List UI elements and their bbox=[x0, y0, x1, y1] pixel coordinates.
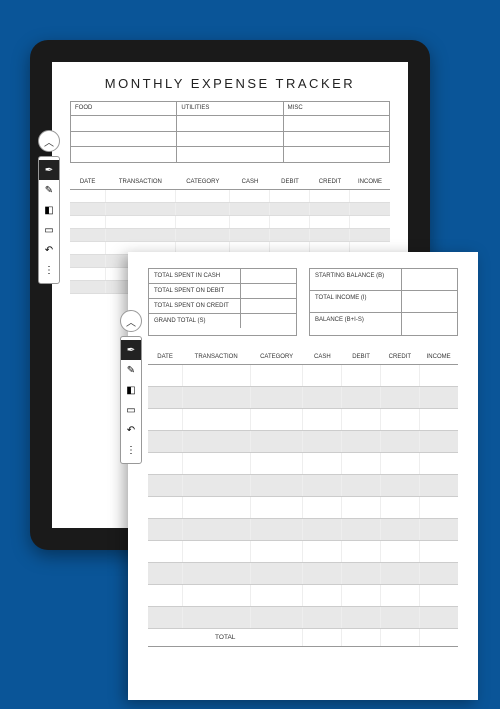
collapse-button[interactable]: ︿ bbox=[120, 310, 142, 332]
select-tool[interactable]: ▭ bbox=[121, 400, 141, 420]
col-income: INCOME bbox=[419, 350, 458, 365]
table-row bbox=[148, 563, 458, 585]
table-row bbox=[70, 216, 390, 229]
table-row bbox=[148, 431, 458, 453]
eraser-icon: ◧ bbox=[44, 205, 53, 216]
summary-label: GRAND TOTAL (S) bbox=[149, 314, 241, 328]
chevron-up-icon: ︿ bbox=[44, 134, 54, 149]
balance-box: STARTING BALANCE (B) TOTAL INCOME (I) BA… bbox=[309, 268, 458, 336]
toolbar-overlay: ︿ ✒ ✎ ◧ ▭ ↶ ⋮ bbox=[120, 310, 142, 464]
col-credit: CREDIT bbox=[310, 175, 350, 190]
total-row: TOTAL bbox=[148, 629, 458, 647]
table-row bbox=[148, 409, 458, 431]
select-tool[interactable]: ▭ bbox=[39, 220, 59, 240]
table-row bbox=[148, 585, 458, 607]
more-tool[interactable]: ⋮ bbox=[39, 260, 59, 280]
chevron-up-icon: ︿ bbox=[126, 314, 136, 329]
summary-label: TOTAL SPENT ON CREDIT bbox=[149, 299, 241, 313]
undo-tool[interactable]: ↶ bbox=[121, 420, 141, 440]
col-date: DATE bbox=[70, 175, 105, 190]
eraser-tool[interactable]: ◧ bbox=[39, 200, 59, 220]
transaction-table: DATE TRANSACTION CATEGORY CASH DEBIT CRE… bbox=[148, 350, 458, 647]
category-summary-box: FOOD UTILITIES MISC bbox=[70, 101, 390, 163]
collapse-button[interactable]: ︿ bbox=[38, 130, 60, 152]
eraser-tool[interactable]: ◧ bbox=[121, 380, 141, 400]
col-income: INCOME bbox=[350, 175, 390, 190]
more-tool[interactable]: ⋮ bbox=[121, 440, 141, 460]
table-row bbox=[148, 475, 458, 497]
page-title: MONTHLY EXPENSE TRACKER bbox=[70, 76, 390, 91]
eraser-icon: ◧ bbox=[126, 385, 135, 396]
col-date: DATE bbox=[148, 350, 182, 365]
undo-icon: ↶ bbox=[45, 245, 53, 256]
table-row bbox=[148, 365, 458, 387]
more-icon: ⋮ bbox=[126, 445, 136, 456]
brush-icon: ✎ bbox=[127, 365, 135, 376]
tool-strip: ✒ ✎ ◧ ▭ ↶ ⋮ bbox=[38, 156, 60, 284]
col-debit: DEBIT bbox=[342, 350, 381, 365]
pen-tool[interactable]: ✒ bbox=[39, 160, 59, 180]
select-icon: ▭ bbox=[44, 225, 53, 236]
brush-icon: ✎ bbox=[45, 185, 53, 196]
brush-tool[interactable]: ✎ bbox=[39, 180, 59, 200]
summary-label: STARTING BALANCE (B) bbox=[310, 269, 402, 290]
tool-strip: ✒ ✎ ◧ ▭ ↶ ⋮ bbox=[120, 336, 142, 464]
table-row bbox=[70, 229, 390, 242]
table-row bbox=[70, 190, 390, 203]
summary-label: BALANCE (B+I-S) bbox=[310, 313, 402, 335]
expense-tracker-page-2: TOTAL SPENT IN CASH TOTAL SPENT ON DEBIT… bbox=[128, 252, 478, 700]
table-row bbox=[148, 519, 458, 541]
category-header: MISC bbox=[284, 102, 389, 116]
category-column: UTILITIES bbox=[177, 102, 283, 163]
summary-label: TOTAL SPENT IN CASH bbox=[149, 269, 241, 283]
table-row bbox=[148, 541, 458, 563]
total-label: TOTAL bbox=[148, 629, 303, 647]
more-icon: ⋮ bbox=[44, 265, 54, 276]
col-category: CATEGORY bbox=[176, 175, 230, 190]
category-header: UTILITIES bbox=[177, 102, 282, 116]
totals-box: TOTAL SPENT IN CASH TOTAL SPENT ON DEBIT… bbox=[148, 268, 297, 336]
pen-tool[interactable]: ✒ bbox=[121, 340, 141, 360]
table-row bbox=[70, 203, 390, 216]
table-row bbox=[148, 453, 458, 475]
summary-section: TOTAL SPENT IN CASH TOTAL SPENT ON DEBIT… bbox=[148, 268, 458, 336]
summary-label: TOTAL INCOME (I) bbox=[310, 291, 402, 312]
col-transaction: TRANSACTION bbox=[105, 175, 175, 190]
select-icon: ▭ bbox=[126, 405, 135, 416]
table-row bbox=[148, 607, 458, 629]
summary-label: TOTAL SPENT ON DEBIT bbox=[149, 284, 241, 298]
pen-icon: ✒ bbox=[45, 165, 53, 176]
col-cash: CASH bbox=[230, 175, 270, 190]
table-row bbox=[148, 387, 458, 409]
category-column: FOOD bbox=[71, 102, 177, 163]
category-column: MISC bbox=[284, 102, 389, 163]
toolbar: ︿ ✒ ✎ ◧ ▭ ↶ ⋮ bbox=[38, 130, 60, 284]
col-category: CATEGORY bbox=[250, 350, 303, 365]
col-debit: DEBIT bbox=[270, 175, 310, 190]
undo-icon: ↶ bbox=[127, 425, 135, 436]
col-credit: CREDIT bbox=[380, 350, 419, 365]
brush-tool[interactable]: ✎ bbox=[121, 360, 141, 380]
col-cash: CASH bbox=[303, 350, 342, 365]
undo-tool[interactable]: ↶ bbox=[39, 240, 59, 260]
pen-icon: ✒ bbox=[127, 345, 135, 356]
category-header: FOOD bbox=[71, 102, 176, 116]
col-transaction: TRANSACTION bbox=[182, 350, 250, 365]
table-row bbox=[148, 497, 458, 519]
